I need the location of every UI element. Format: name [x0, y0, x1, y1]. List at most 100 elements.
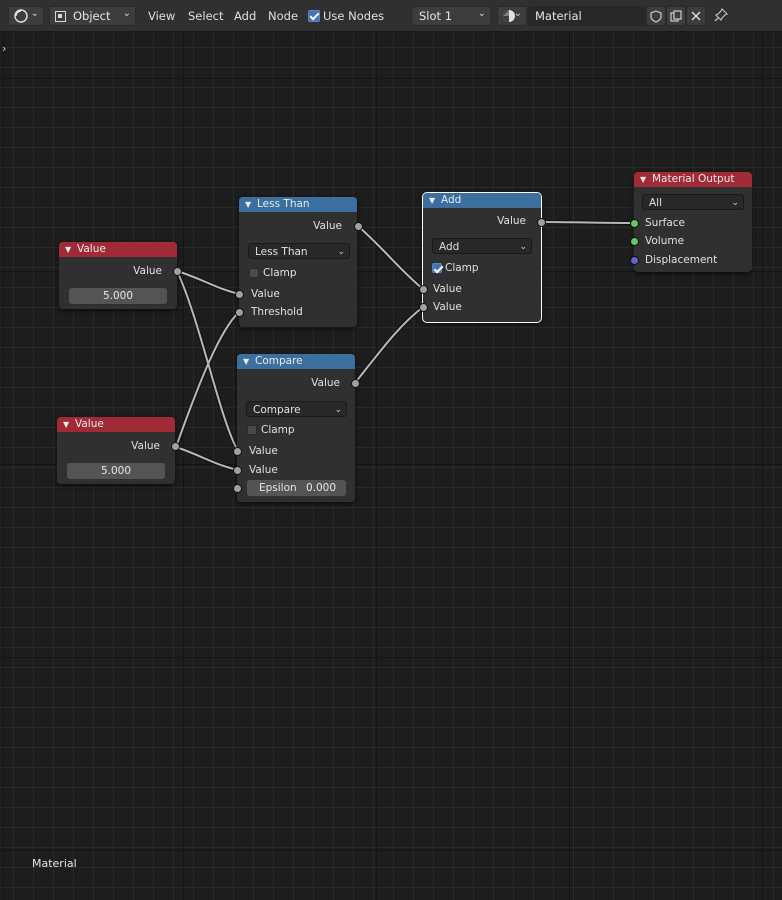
material-name-field[interactable]: Material [528, 6, 646, 26]
fake-user-button[interactable] [646, 6, 666, 26]
grid-major-line [376, 32, 377, 900]
volume-input-socket[interactable] [630, 237, 639, 246]
output-label: Value [313, 220, 342, 232]
grid-major-line [0, 78, 782, 79]
clamp-toggle[interactable]: Clamp [432, 259, 479, 277]
output-socket[interactable] [173, 267, 182, 276]
less-than-node[interactable]: ▼ Less Than Value Less Than ⌄ Clamp Valu… [239, 197, 357, 327]
use-nodes-checkbox[interactable] [308, 10, 320, 22]
node-header[interactable]: ▼ Add [423, 193, 541, 208]
operation-label: Add [439, 241, 460, 253]
input-socket[interactable] [235, 308, 244, 317]
input-label: Value [433, 301, 462, 313]
chevron-down-icon: ⌄ [122, 8, 131, 19]
grid-major-line [762, 32, 763, 900]
new-material-button[interactable] [666, 6, 686, 26]
output-label: Value [497, 215, 526, 227]
compare-node[interactable]: ▼ Compare Value Compare ⌄ Clamp Value Va… [237, 354, 355, 502]
sidebar-toggle-arrow[interactable]: › [2, 42, 6, 55]
value-field[interactable]: 5.000 [69, 288, 167, 304]
displacement-input-socket[interactable] [630, 256, 639, 265]
value-field[interactable]: 5.000 [67, 463, 165, 479]
material-output-node[interactable]: ▼ Material Output All ⌄ Surface Volume D… [634, 172, 752, 272]
add-node[interactable]: ▼ Add Value Add ⌄ Clamp Value Value [422, 192, 542, 323]
collapse-triangle-icon[interactable]: ▼ [640, 172, 646, 187]
collapse-triangle-icon[interactable]: ▼ [65, 242, 71, 257]
menu-select[interactable]: Select [188, 7, 223, 25]
surface-input-socket[interactable] [630, 219, 639, 228]
input-label: Displacement [645, 254, 718, 266]
output-socket[interactable] [537, 218, 546, 227]
operation-dropdown[interactable]: Compare ⌄ [246, 401, 347, 417]
chevron-down-icon: ⌄ [477, 8, 486, 19]
epsilon-label: Epsilon [259, 482, 297, 494]
output-socket[interactable] [351, 379, 360, 388]
node-title: Less Than [257, 198, 310, 210]
node-title: Value [75, 418, 104, 430]
collapse-triangle-icon[interactable]: ▼ [429, 193, 435, 208]
chevron-down-icon: ⌄ [337, 247, 345, 257]
editor-type-button[interactable]: ⌄ [8, 6, 44, 26]
slot-dropdown[interactable]: Slot 1 ⌄ [411, 6, 491, 26]
chevron-down-icon: ⌄ [513, 8, 522, 19]
unlink-material-button[interactable] [686, 6, 706, 26]
target-label: All [649, 197, 663, 209]
chevron-down-icon: ⌄ [30, 8, 39, 19]
target-dropdown[interactable]: All ⌄ [642, 194, 744, 210]
menu-view[interactable]: View [148, 7, 175, 25]
node-header[interactable]: ▼ Value [59, 242, 177, 257]
clamp-checkbox[interactable] [249, 268, 259, 278]
input-socket[interactable] [233, 466, 242, 475]
input-socket[interactable] [419, 303, 428, 312]
operation-label: Compare [253, 404, 301, 416]
input-socket[interactable] [419, 285, 428, 294]
node-header[interactable]: ▼ Less Than [239, 197, 357, 212]
node-title: Compare [255, 355, 303, 367]
chevron-down-icon: ⌄ [334, 405, 342, 415]
collapse-triangle-icon[interactable]: ▼ [63, 417, 69, 432]
operation-dropdown[interactable]: Less Than ⌄ [248, 243, 350, 259]
clamp-checkbox[interactable] [247, 425, 257, 435]
input-label: Surface [645, 217, 686, 229]
output-socket[interactable] [354, 222, 363, 231]
input-label: Value [249, 464, 278, 476]
epsilon-value: 0.000 [305, 482, 336, 494]
clamp-label: Clamp [263, 267, 297, 279]
operation-dropdown[interactable]: Add ⌄ [432, 238, 532, 254]
menu-add[interactable]: Add [234, 7, 256, 25]
material-context-label: Material [32, 857, 77, 870]
material-name: Material [535, 9, 582, 23]
node-header[interactable]: ▼ Material Output [634, 172, 752, 187]
node-title: Add [441, 194, 462, 206]
node-header[interactable]: ▼ Compare [237, 354, 355, 369]
operation-label: Less Than [255, 246, 308, 258]
browse-material-button[interactable]: ⌄ [497, 6, 527, 26]
mode-label: Object [73, 9, 111, 23]
value-node-1[interactable]: ▼ Value Value 5.000 [59, 242, 177, 309]
pin-button[interactable] [713, 7, 731, 25]
close-icon [691, 11, 701, 21]
use-nodes-toggle[interactable]: Use Nodes [308, 7, 384, 25]
collapse-triangle-icon[interactable]: ▼ [243, 354, 249, 369]
node-header[interactable]: ▼ Value [57, 417, 175, 432]
epsilon-field[interactable]: Epsilon 0.000 [247, 480, 346, 496]
object-mode-dropdown[interactable]: Object ⌄ [49, 6, 136, 26]
clamp-label: Clamp [261, 424, 295, 436]
input-socket[interactable] [235, 290, 244, 299]
clamp-checkbox[interactable] [432, 263, 442, 273]
grid-major-line [0, 657, 782, 658]
node-editor-icon [14, 9, 28, 23]
input-socket[interactable] [233, 447, 242, 456]
clamp-toggle[interactable]: Clamp [247, 421, 295, 439]
menu-node[interactable]: Node [268, 7, 298, 25]
output-label: Value [133, 265, 162, 277]
input-label: Value [249, 445, 278, 457]
duplicate-icon [670, 10, 682, 22]
input-label: Threshold [251, 306, 303, 318]
collapse-triangle-icon[interactable]: ▼ [245, 197, 251, 212]
output-socket[interactable] [171, 442, 180, 451]
input-label: Volume [645, 235, 685, 247]
value-node-2[interactable]: ▼ Value Value 5.000 [57, 417, 175, 484]
clamp-toggle[interactable]: Clamp [249, 264, 297, 282]
input-socket[interactable] [233, 484, 242, 493]
